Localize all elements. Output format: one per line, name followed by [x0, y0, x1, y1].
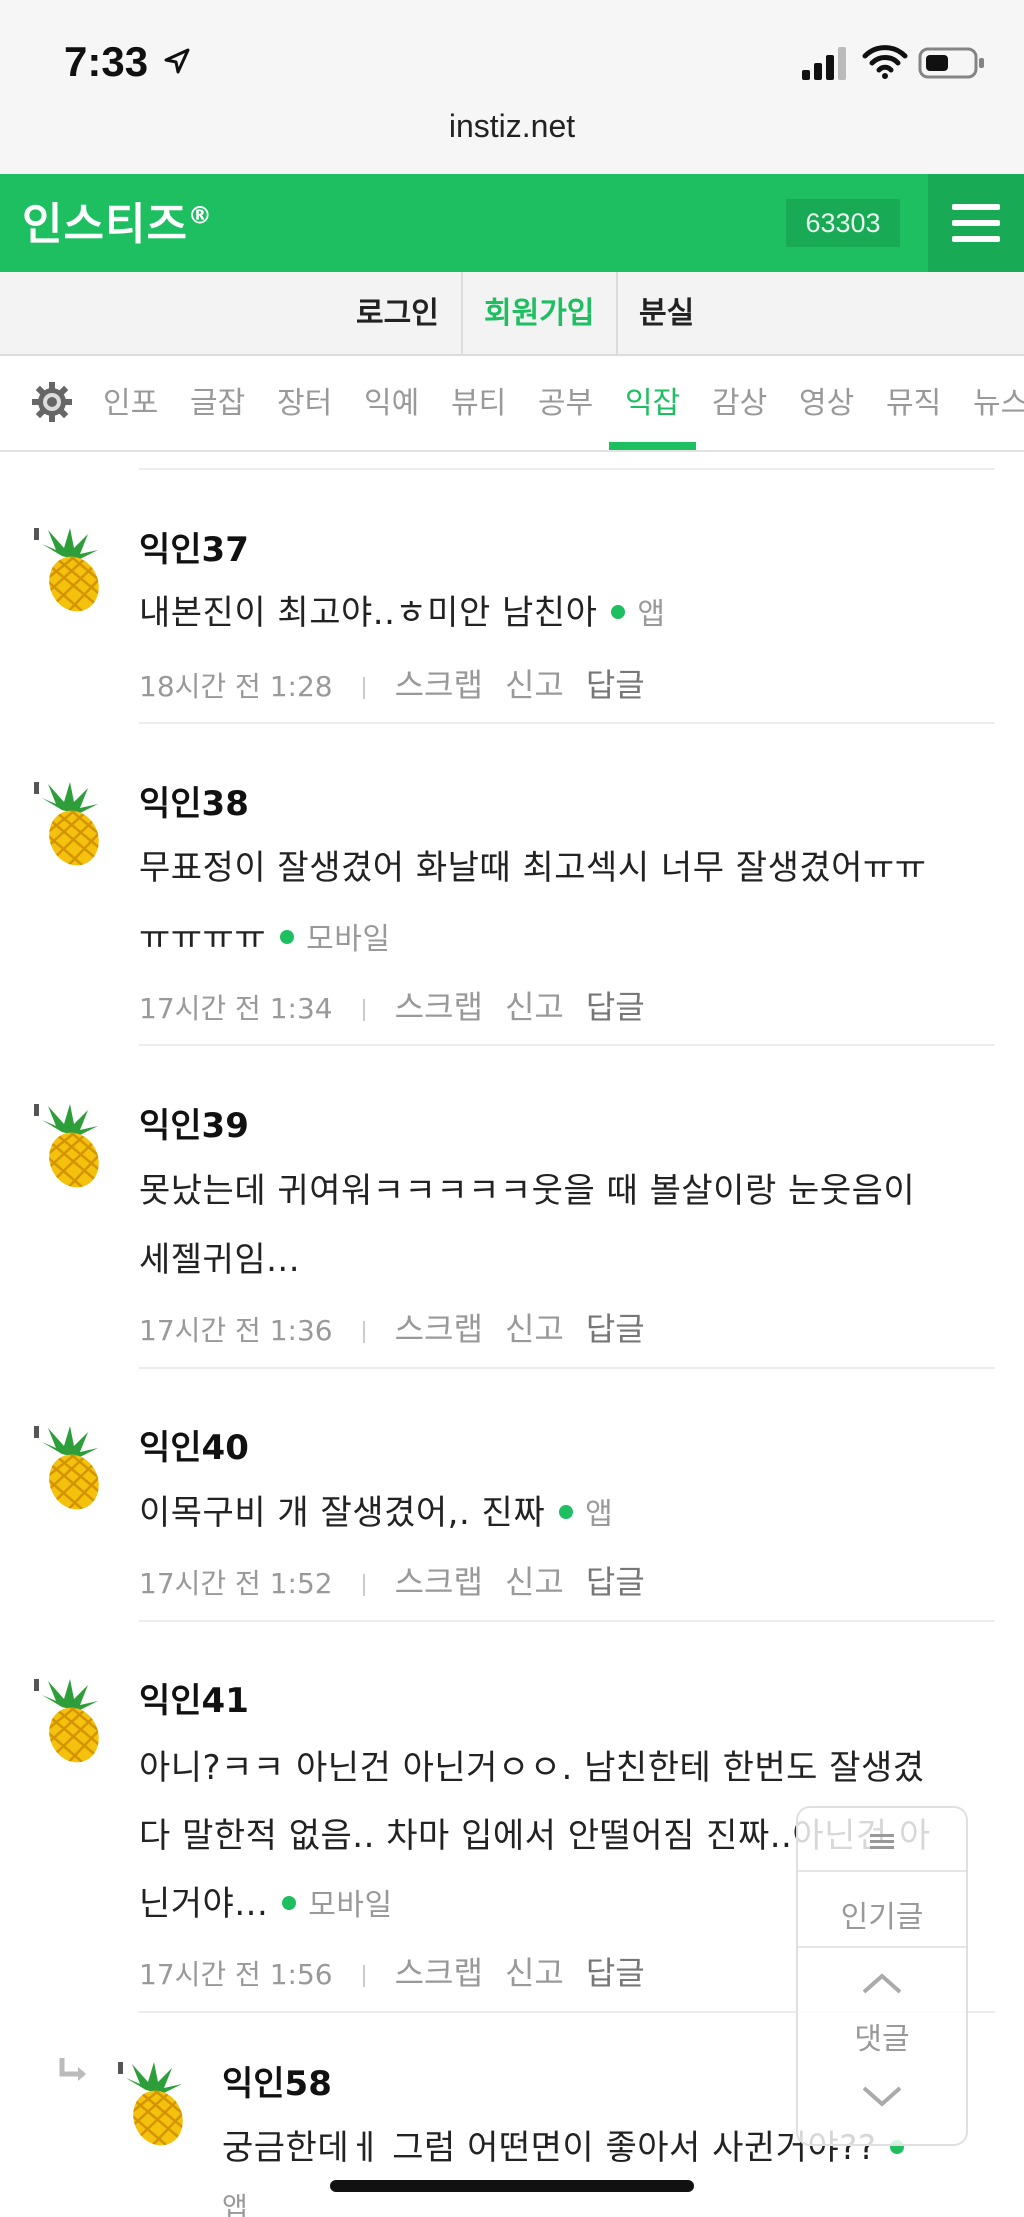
tab-ent[interactable]: 익예	[364, 356, 419, 450]
comment-meta: 17시간 전 1:36 스크랩 신고 답글	[139, 1310, 645, 1348]
chevron-down-icon[interactable]	[860, 2084, 904, 2110]
comment-text: 못났는데 귀여워ㅋㅋㅋㅋㅋ웃을 때 볼살이랑 눈웃음이	[139, 1171, 916, 1211]
lost-account-link[interactable]: 분실	[639, 272, 694, 356]
location-arrow-icon	[164, 48, 190, 74]
site-logo[interactable]: 인스티즈®	[22, 188, 213, 252]
scrap-button[interactable]: 스크랩	[395, 988, 483, 1026]
auth-bar: 로그인 회원가입 분실	[0, 272, 1024, 356]
home-indicator[interactable]	[330, 2180, 694, 2192]
scrap-button[interactable]: 스크랩	[395, 1310, 483, 1348]
reply-button[interactable]: 답글	[586, 666, 645, 704]
comments-jump-button[interactable]: 댓글	[798, 2014, 966, 2058]
tab-info[interactable]: 인포	[103, 356, 158, 450]
popular-posts-button[interactable]: 인기글	[798, 1892, 966, 1936]
comment-text: 내본진이 최고야..ㅎ미안 남친아 앱	[139, 593, 666, 633]
comment-text: 세젤귀임...	[139, 1240, 301, 1280]
comment-clock: 1:28	[269, 670, 333, 703]
pineapple-avatar-icon	[32, 1677, 110, 1767]
cellular-signal-icon	[802, 47, 846, 80]
tab-study[interactable]: 공부	[538, 356, 593, 450]
comment-nickname: 익인58	[222, 2064, 332, 2104]
login-link[interactable]: 로그인	[356, 272, 439, 356]
comment-nickname: 익인38	[139, 784, 249, 824]
comment-text: 무표정이 잘생겼어 화날때 최고섹시 너무 잘생겼어ㅠㅠ	[139, 848, 927, 888]
tab-video[interactable]: 영상	[799, 356, 854, 450]
pineapple-avatar-icon	[32, 526, 110, 616]
comment-source: 앱	[222, 2191, 249, 2217]
tab-writing[interactable]: 글잡	[190, 356, 245, 450]
report-button[interactable]: 신고	[505, 1310, 564, 1348]
scrap-button[interactable]: 스크랩	[395, 1563, 483, 1601]
reply-button[interactable]: 답글	[586, 988, 645, 1026]
wifi-icon	[862, 45, 908, 79]
reply-button[interactable]: 답글	[586, 1954, 645, 1992]
comment-text: 이목구비 개 잘생겼어,. 진짜 앱	[139, 1493, 614, 1533]
active-tab-indicator	[609, 442, 696, 450]
battery-icon	[918, 47, 984, 79]
divider	[139, 1620, 995, 1622]
comment-meta: 17시간 전 1:52 스크랩 신고 답글	[139, 1563, 645, 1601]
signup-link[interactable]: 회원가입	[484, 272, 594, 356]
report-button[interactable]: 신고	[505, 988, 564, 1026]
divider	[139, 1367, 995, 1369]
comment-source: 앱	[585, 1497, 614, 1532]
tab-news[interactable]: 뉴스	[973, 356, 1024, 450]
comment-source: 모바일	[306, 922, 391, 957]
comment-text: 아니?ㅋㅋ 아닌건 아닌거ㅇㅇ. 남친한테 한번도 잘생겼	[139, 1748, 925, 1788]
divider	[139, 722, 995, 724]
reply-arrow-icon	[59, 2058, 86, 2081]
reply-button[interactable]: 답글	[586, 1563, 645, 1601]
comment-source: 앱	[637, 597, 666, 632]
clock: 7:33	[64, 38, 149, 85]
tab-anon[interactable]: 익잡	[625, 356, 680, 450]
report-button[interactable]: 신고	[505, 1954, 564, 1992]
visitor-counter: 63303	[786, 199, 900, 247]
comment-nickname: 익인41	[139, 1681, 249, 1721]
comment-meta: 18시간 전 1:28 스크랩 신고 답글	[139, 660, 645, 706]
comment-text: 닌거야... 모바일	[139, 1884, 393, 1924]
tab-music[interactable]: 뮤직	[886, 356, 941, 450]
site-header: 인스티즈® 63303	[0, 174, 1024, 272]
url-bar[interactable]: instiz.net	[0, 108, 1024, 145]
divider	[139, 1044, 995, 1046]
list-icon[interactable]	[868, 1830, 896, 1852]
status-bar: 7:33 instiz.net	[0, 0, 1024, 174]
divider	[139, 468, 995, 470]
comment-text: ㅠㅠㅠㅠ 모바일	[139, 918, 391, 958]
pineapple-avatar-icon	[116, 2060, 194, 2150]
chevron-up-icon[interactable]	[860, 1970, 904, 1996]
comment-nickname: 익인39	[139, 1106, 249, 1146]
comment-nickname: 익인37	[139, 530, 249, 570]
pineapple-avatar-icon	[32, 1102, 110, 1192]
logo-mark: ®	[187, 201, 213, 230]
report-button[interactable]: 신고	[505, 666, 564, 704]
pineapple-avatar-icon	[32, 780, 110, 870]
comment-time: 18시간 전	[139, 670, 261, 703]
reply-button[interactable]: 답글	[586, 1310, 645, 1348]
report-button[interactable]: 신고	[505, 1563, 564, 1601]
comment-meta: 17시간 전 1:34 스크랩 신고 답글	[139, 988, 645, 1026]
category-tabs: 인포 글잡 장터 익예 뷰티 공부 익잡 감상 영상 뮤직 뉴스	[0, 356, 1024, 452]
comment-nickname: 익인40	[139, 1428, 249, 1468]
comment-source: 모바일	[308, 1888, 393, 1923]
scrap-button[interactable]: 스크랩	[395, 1954, 483, 1992]
tab-review[interactable]: 감상	[712, 356, 767, 450]
tab-market[interactable]: 장터	[277, 356, 332, 450]
floating-nav: 인기글 댓글	[796, 1806, 968, 2146]
pineapple-avatar-icon	[32, 1424, 110, 1514]
scrap-button[interactable]: 스크랩	[395, 666, 483, 704]
tab-beauty[interactable]: 뷰티	[451, 356, 506, 450]
hamburger-menu-icon[interactable]	[928, 174, 1024, 272]
gear-icon[interactable]	[30, 380, 74, 424]
logo-text: 인스티즈	[22, 199, 188, 250]
comment-meta: 17시간 전 1:56 스크랩 신고 답글	[139, 1954, 645, 1992]
